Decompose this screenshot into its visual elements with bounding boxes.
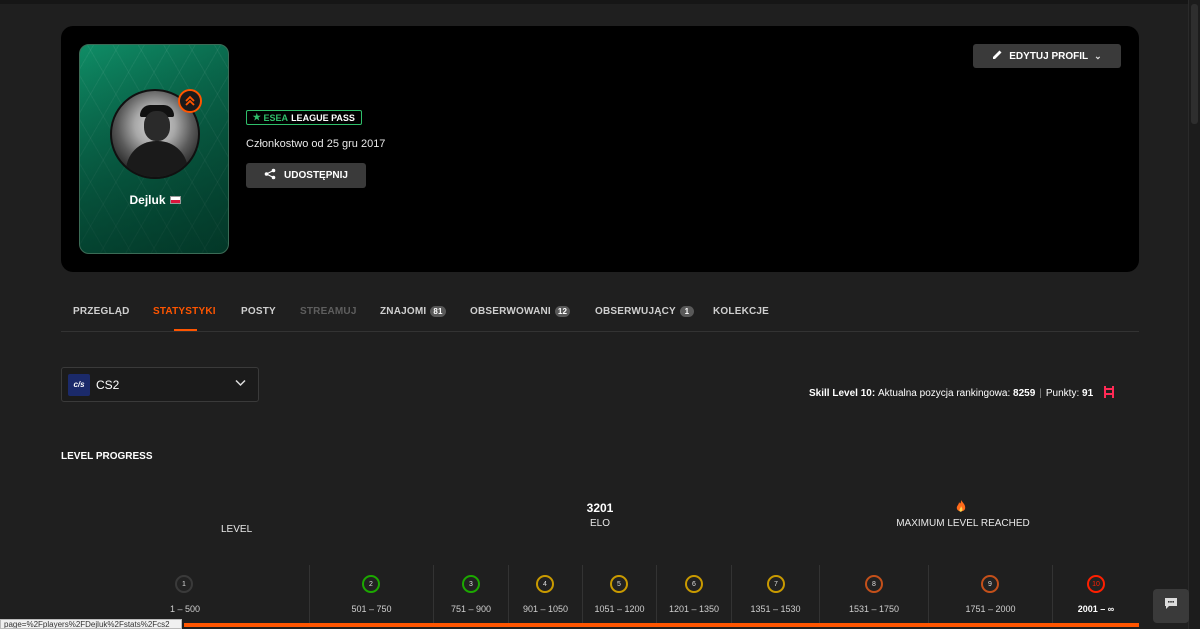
elo-label: ELO (589, 518, 610, 529)
membership-date: Członkostwo od 25 gru 2017 (246, 138, 386, 150)
tab-posts[interactable]: POSTY (241, 306, 276, 317)
skill-summary: Skill Level 10: Aktualna pozycja ranking… (809, 385, 1115, 401)
chat-icon (1164, 597, 1178, 615)
status-bar-url: page=%2Fplayers%2FDejluk%2Fstats%2Fcs2 (0, 619, 182, 629)
poland-flag-icon (169, 196, 181, 204)
level-3-icon: 3 (462, 575, 480, 593)
nickname: Dejluk (129, 193, 166, 207)
tab-overview[interactable]: PRZEGLĄD (73, 306, 130, 317)
level-segment-9: 9 1751 – 2000 (928, 565, 1052, 623)
level-1-icon: 1 (175, 575, 193, 593)
share-button[interactable]: UDOSTĘPNIJ (246, 163, 366, 188)
tab-following[interactable]: OBSERWOWANI 12 (470, 306, 571, 317)
top-strip (0, 0, 1200, 4)
tab-stats[interactable]: STATYSTYKI (153, 306, 216, 317)
fire-icon (956, 500, 966, 516)
level-segment-6: 6 1201 – 1350 (656, 565, 731, 623)
active-tab-indicator (174, 329, 197, 331)
ranking-value: 8259 (1013, 387, 1036, 399)
page-scrollbar[interactable] (1188, 0, 1200, 629)
elo-progress-bar (184, 623, 1139, 627)
level-2-icon: 2 (362, 575, 380, 593)
level-9-icon: 9 (981, 575, 999, 593)
level-segment-5: 5 1051 – 1200 (582, 565, 656, 623)
profile-banner: Dejluk ✭ ESEA LEAGUE PASS Członkostwo od… (61, 26, 1139, 272)
max-level-label: MAXIMUM LEVEL REACHED (896, 518, 1030, 529)
chevron-down-icon (235, 378, 246, 390)
share-icon (264, 168, 276, 183)
friends-count-badge: 81 (430, 306, 446, 317)
tab-collections[interactable]: KOLEKCJE (713, 306, 769, 317)
profile-name: Dejluk (80, 193, 228, 207)
level-segment-7: 7 1351 – 1530 (731, 565, 819, 623)
level-8-icon: 8 (865, 575, 883, 593)
scrollbar-thumb[interactable] (1191, 4, 1198, 124)
star-icon: ✭ (253, 112, 261, 122)
level-segment-10: 10 2001 – ∞ (1052, 565, 1139, 623)
level-progress-title: LEVEL PROGRESS (61, 451, 153, 462)
tab-stream[interactable]: STREAMUJ (300, 306, 357, 317)
level-6-icon: 6 (685, 575, 703, 593)
tab-followers[interactable]: OBSERWUJĄCY 1 (595, 306, 694, 317)
tab-friends[interactable]: ZNAJOMI 81 (380, 306, 446, 317)
level-scale: 1 1 – 500 2 501 – 750 3 751 – 900 4 901 … (61, 565, 1139, 623)
level-segment-1: 1 1 – 500 (61, 565, 309, 623)
cs2-logo-icon: c/s (68, 373, 90, 396)
esea-league-pass-badge[interactable]: ✭ ESEA LEAGUE PASS (246, 110, 362, 125)
ladder-icon[interactable] (1103, 385, 1115, 401)
following-count-badge: 12 (554, 306, 571, 317)
chevron-down-icon: ⌄ (1094, 50, 1102, 61)
level-segment-4: 4 901 – 1050 (508, 565, 582, 623)
level-4-icon: 4 (536, 575, 554, 593)
pencil-icon (992, 49, 1003, 63)
profile-card: Dejluk (79, 44, 229, 254)
chat-button[interactable] (1153, 589, 1189, 623)
level-7-icon: 7 (767, 575, 785, 593)
game-select[interactable]: c/s CS2 (61, 367, 259, 402)
points-value: 91 (1082, 387, 1094, 399)
profile-tabs: PRZEGLĄD STATYSTYKI POSTY STREAMUJ ZNAJO… (61, 296, 1139, 332)
level-10-icon: 10 (1087, 575, 1105, 593)
level-5-icon: 5 (610, 575, 628, 593)
level-segment-8: 8 1531 – 1750 (819, 565, 928, 623)
level-segment-2: 2 501 – 750 (309, 565, 433, 623)
chevron-up-double-icon (178, 89, 202, 113)
level-label: LEVEL (221, 524, 253, 535)
elo-value: 3201 (586, 501, 614, 515)
followers-count-badge: 1 (679, 306, 694, 317)
level-segment-3: 3 751 – 900 (433, 565, 508, 623)
game-select-value: CS2 (96, 377, 120, 392)
edit-profile-button[interactable]: EDYTUJ PROFIL ⌄ (973, 44, 1121, 68)
